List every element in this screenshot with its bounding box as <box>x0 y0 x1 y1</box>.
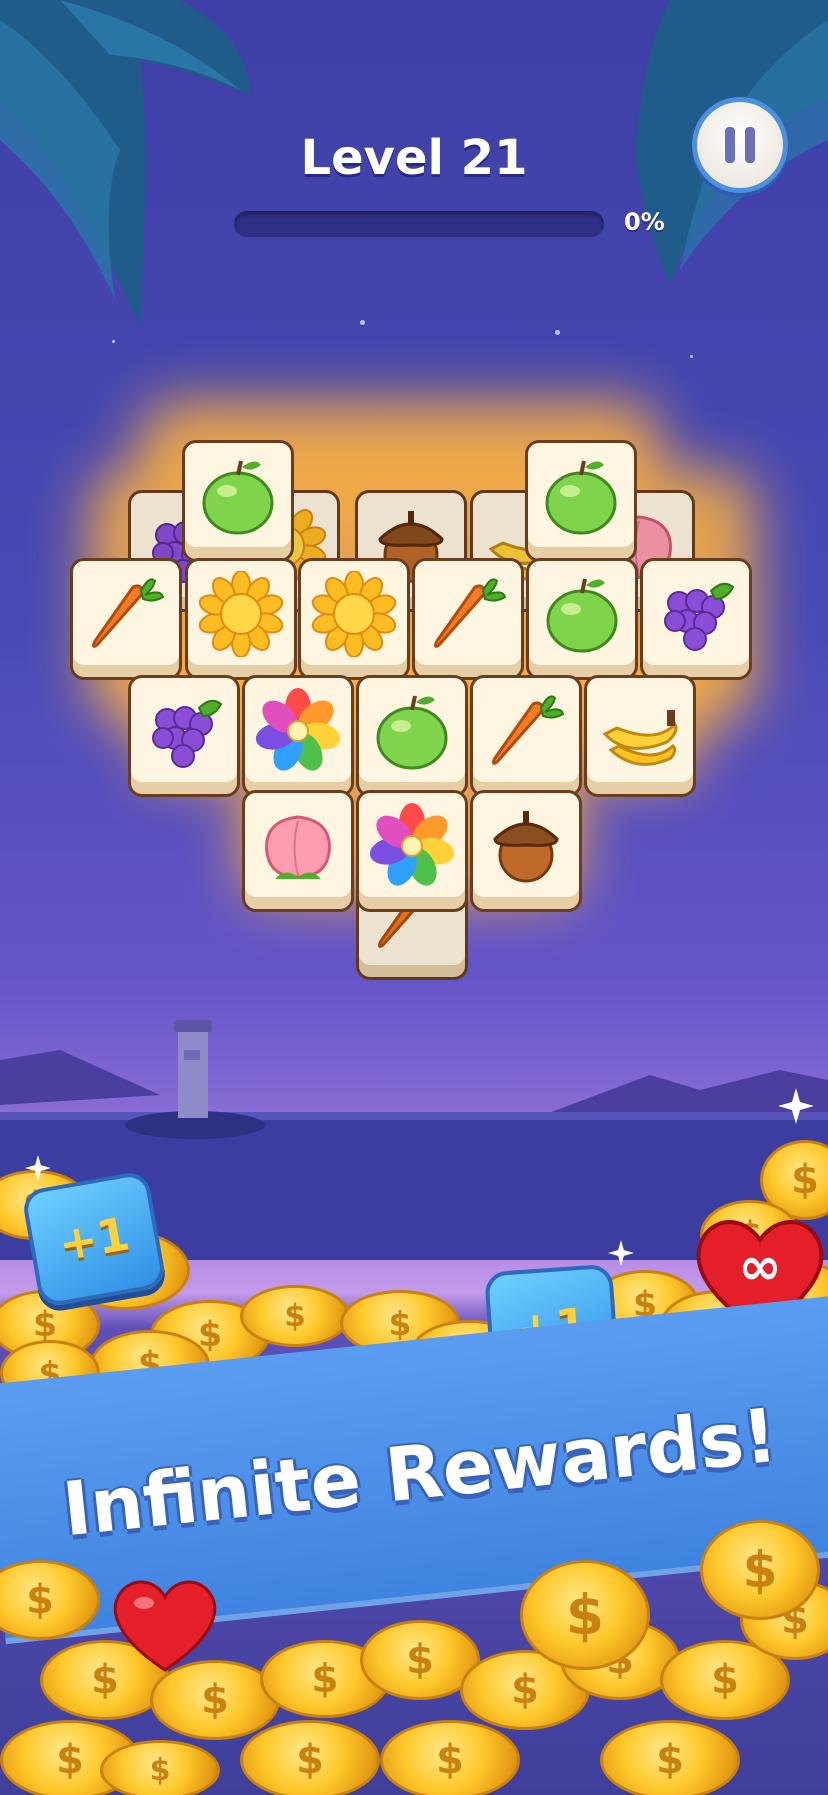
coin-icon: $ <box>240 1720 380 1795</box>
grapes-icon <box>653 561 739 661</box>
tile-flower[interactable] <box>242 675 354 797</box>
tile-sun[interactable] <box>185 558 297 680</box>
tile-board <box>0 0 828 1000</box>
plus-one-badge: +1 <box>20 1169 168 1309</box>
coin-icon: $ <box>240 1285 350 1347</box>
sparkle-icon <box>25 1155 51 1181</box>
coin-icon: $ <box>520 1560 650 1670</box>
coin-icon: $ <box>600 1720 740 1795</box>
coin-icon: $ <box>700 1520 820 1620</box>
apple-icon <box>369 678 455 778</box>
svg-text:∞: ∞ <box>738 1237 781 1297</box>
carrot-icon <box>483 678 569 778</box>
sparkle-icon <box>608 1240 634 1266</box>
banana-icon <box>597 678 683 778</box>
tile-carrot[interactable] <box>412 558 524 680</box>
coin-icon: $ <box>100 1740 220 1795</box>
apple-icon <box>538 443 624 543</box>
game-screen: Level 21 0% $$$$$$$$$$$$$$$ +1 +1 ∞ Infi… <box>0 0 828 1795</box>
tile-carrot[interactable] <box>470 675 582 797</box>
tile-sun[interactable] <box>298 558 410 680</box>
carrot-icon <box>425 561 511 661</box>
sun-icon <box>198 561 284 661</box>
apple-icon <box>539 561 625 661</box>
tile-flower[interactable] <box>356 790 468 912</box>
tile-apple[interactable] <box>525 440 637 562</box>
tile-peach[interactable] <box>242 790 354 912</box>
tile-banana[interactable] <box>584 675 696 797</box>
tile-grapes[interactable] <box>640 558 752 680</box>
sparkle-icon <box>778 1088 814 1124</box>
apple-icon <box>195 443 281 543</box>
flower-icon <box>369 793 455 893</box>
tile-apple[interactable] <box>356 675 468 797</box>
coin-icon: $ <box>380 1720 520 1795</box>
flower-icon <box>255 678 341 778</box>
grapes-icon <box>141 678 227 778</box>
acorn-icon <box>483 793 569 893</box>
tile-acorn[interactable] <box>470 790 582 912</box>
heart-icon <box>113 1580 217 1672</box>
tile-apple[interactable] <box>526 558 638 680</box>
carrot-icon <box>83 561 169 661</box>
sun-icon <box>311 561 397 661</box>
tile-carrot[interactable] <box>70 558 182 680</box>
peach-icon <box>255 793 341 893</box>
tile-apple[interactable] <box>182 440 294 562</box>
tile-grapes[interactable] <box>128 675 240 797</box>
